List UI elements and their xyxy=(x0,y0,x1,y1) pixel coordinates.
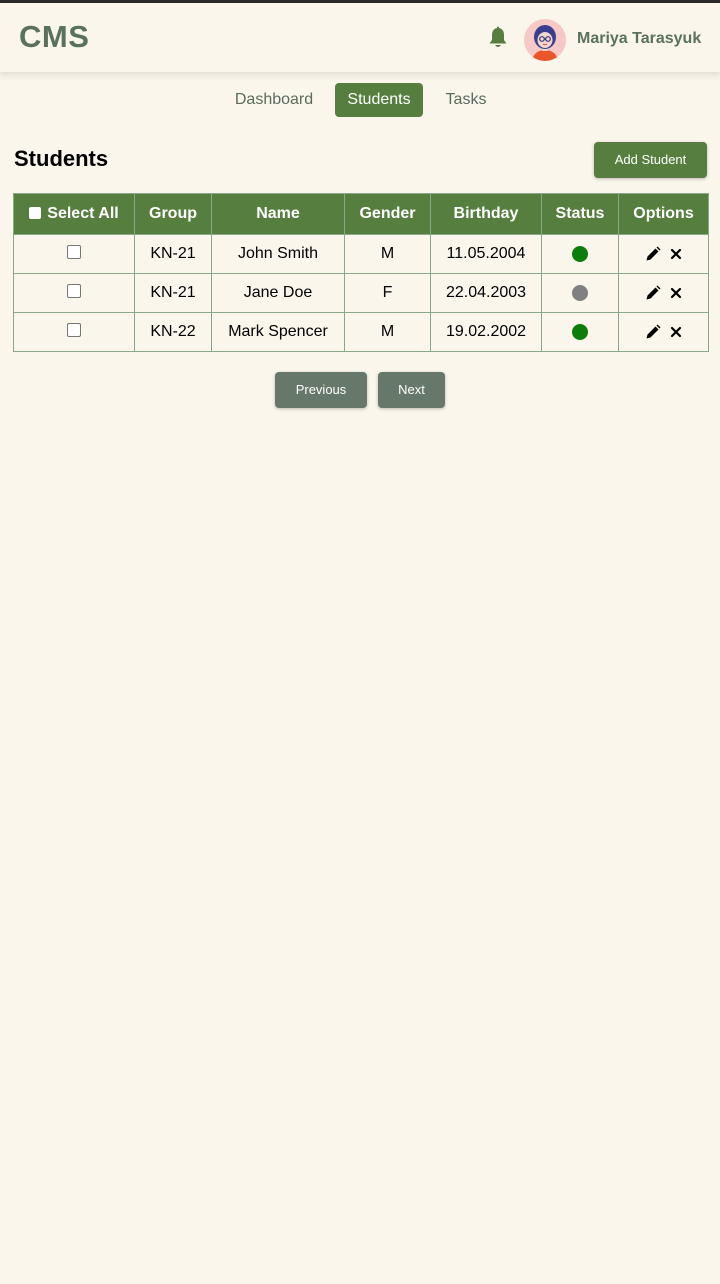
status-cell xyxy=(541,312,619,352)
avatar[interactable] xyxy=(524,19,566,61)
close-icon[interactable] xyxy=(670,248,682,260)
status-cell xyxy=(541,273,619,313)
pencil-icon[interactable] xyxy=(645,285,661,301)
column-header-birthday: Birthday xyxy=(430,193,542,235)
name-cell: Mark Spencer xyxy=(211,312,345,352)
page-title: Students xyxy=(14,146,109,171)
group-cell: KN-21 xyxy=(134,273,212,313)
row-select-cell xyxy=(13,234,135,274)
options-cell xyxy=(618,273,709,313)
birthday-cell: 19.02.2002 xyxy=(430,312,542,352)
app-header: CMS Mariya Tarasyuk xyxy=(0,3,720,72)
row-select-cell xyxy=(13,312,135,352)
column-header-gender: Gender xyxy=(344,193,431,235)
column-header-name: Name xyxy=(211,193,345,235)
group-cell: KN-22 xyxy=(134,312,212,352)
gender-cell: M xyxy=(344,234,431,274)
name-cell: John Smith xyxy=(211,234,345,274)
column-header-select-all[interactable]: Select All xyxy=(13,193,135,235)
name-cell: Jane Doe xyxy=(211,273,345,313)
close-icon[interactable] xyxy=(670,326,682,338)
gender-cell: F xyxy=(344,273,431,313)
gender-cell: M xyxy=(344,312,431,352)
previous-page-button[interactable]: Previous xyxy=(275,372,367,408)
group-cell: KN-21 xyxy=(134,234,212,274)
select-all-checkbox[interactable] xyxy=(29,207,42,219)
next-page-button[interactable]: Next xyxy=(378,372,445,408)
options-cell xyxy=(618,312,709,352)
column-header-options: Options xyxy=(618,193,709,235)
table-row: KN-21 John Smith M 11.05.2004 xyxy=(13,234,709,274)
status-indicator-active xyxy=(572,323,588,340)
column-header-group: Group xyxy=(134,193,212,235)
column-header-status: Status xyxy=(541,193,619,235)
birthday-cell: 22.04.2003 xyxy=(430,273,542,313)
brand-logo[interactable]: CMS xyxy=(19,19,89,55)
nav-item-students[interactable]: Students xyxy=(335,83,423,117)
status-cell xyxy=(541,234,619,274)
bell-icon[interactable] xyxy=(487,26,509,50)
table-header-row: Select All Group Name Gender Birthday St… xyxy=(13,193,709,235)
nav-item-tasks[interactable]: Tasks xyxy=(434,83,498,117)
row-checkbox[interactable] xyxy=(67,322,81,337)
row-checkbox[interactable] xyxy=(67,244,81,259)
row-checkbox[interactable] xyxy=(67,283,81,298)
main-nav: Dashboard Students Tasks xyxy=(0,83,720,117)
user-portrait-icon xyxy=(533,25,557,61)
students-table: Select All Group Name Gender Birthday St… xyxy=(13,193,709,352)
close-icon[interactable] xyxy=(670,287,682,299)
user-name[interactable]: Mariya Tarasyuk xyxy=(577,30,701,48)
select-all-label: Select All xyxy=(47,205,119,222)
status-indicator-inactive xyxy=(572,284,588,301)
nav-item-dashboard[interactable]: Dashboard xyxy=(224,83,324,117)
add-student-button[interactable]: Add Student xyxy=(594,142,707,178)
table-row: KN-21 Jane Doe F 22.04.2003 xyxy=(13,273,709,313)
birthday-cell: 11.05.2004 xyxy=(430,234,542,274)
table-row: KN-22 Mark Spencer M 19.02.2002 xyxy=(13,312,709,352)
pencil-icon[interactable] xyxy=(645,246,661,262)
pencil-icon[interactable] xyxy=(645,324,661,340)
row-select-cell xyxy=(13,273,135,313)
status-indicator-active xyxy=(572,245,588,262)
options-cell xyxy=(618,234,709,274)
